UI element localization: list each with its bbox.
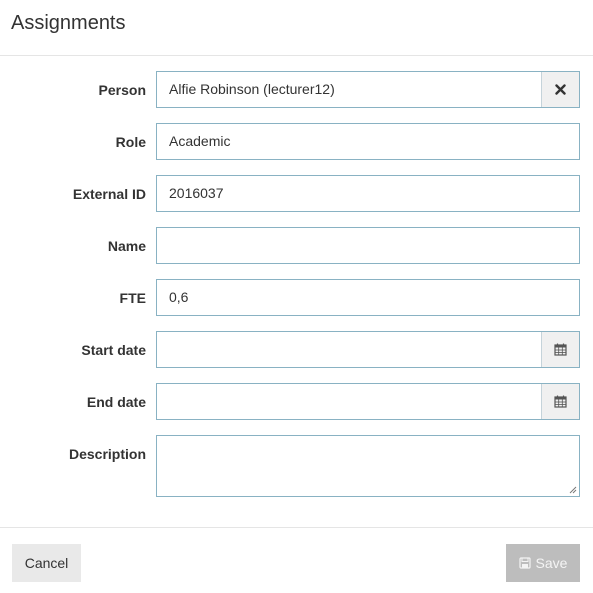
save-button-label: Save (535, 555, 568, 571)
person-field[interactable]: Alfie Robinson (lecturer12) (156, 71, 580, 108)
name-input[interactable] (156, 227, 580, 264)
start-date-label: Start date (81, 342, 146, 358)
person-value: Alfie Robinson (lecturer12) (169, 81, 335, 97)
assignments-modal: Assignments Person Alfie Robinson (lectu… (0, 0, 593, 593)
role-field[interactable]: Academic (156, 123, 580, 160)
start-date-picker-button[interactable] (541, 332, 579, 367)
fte-value: 0,6 (169, 289, 189, 305)
modal-header: Assignments (0, 0, 593, 56)
description-label: Description (68, 446, 146, 462)
cancel-button-label: Cancel (24, 555, 69, 571)
external-id-input[interactable]: 2016037 (156, 175, 580, 212)
end-date-picker-button[interactable] (541, 384, 579, 419)
save-button[interactable]: Save (506, 544, 580, 582)
name-label: Name (107, 238, 146, 254)
external-id-value: 2016037 (169, 185, 224, 201)
modal-footer: Cancel Save (0, 527, 593, 593)
role-value: Academic (169, 133, 231, 149)
description-textarea[interactable] (156, 435, 580, 497)
resize-grip-icon[interactable] (569, 486, 577, 494)
calendar-icon (554, 343, 567, 356)
modal-title: Assignments (11, 12, 126, 34)
person-clear-button[interactable] (541, 72, 579, 107)
end-date-input[interactable] (156, 383, 580, 420)
save-icon (518, 557, 531, 569)
cancel-button[interactable]: Cancel (12, 544, 81, 582)
person-label: Person (98, 82, 146, 98)
calendar-icon (554, 395, 567, 408)
role-label: Role (115, 134, 146, 150)
external-id-label: External ID (72, 186, 146, 202)
end-date-label: End date (86, 394, 146, 410)
start-date-input[interactable] (156, 331, 580, 368)
fte-label: FTE (119, 290, 146, 306)
fte-input[interactable]: 0,6 (156, 279, 580, 316)
close-icon (555, 84, 566, 95)
